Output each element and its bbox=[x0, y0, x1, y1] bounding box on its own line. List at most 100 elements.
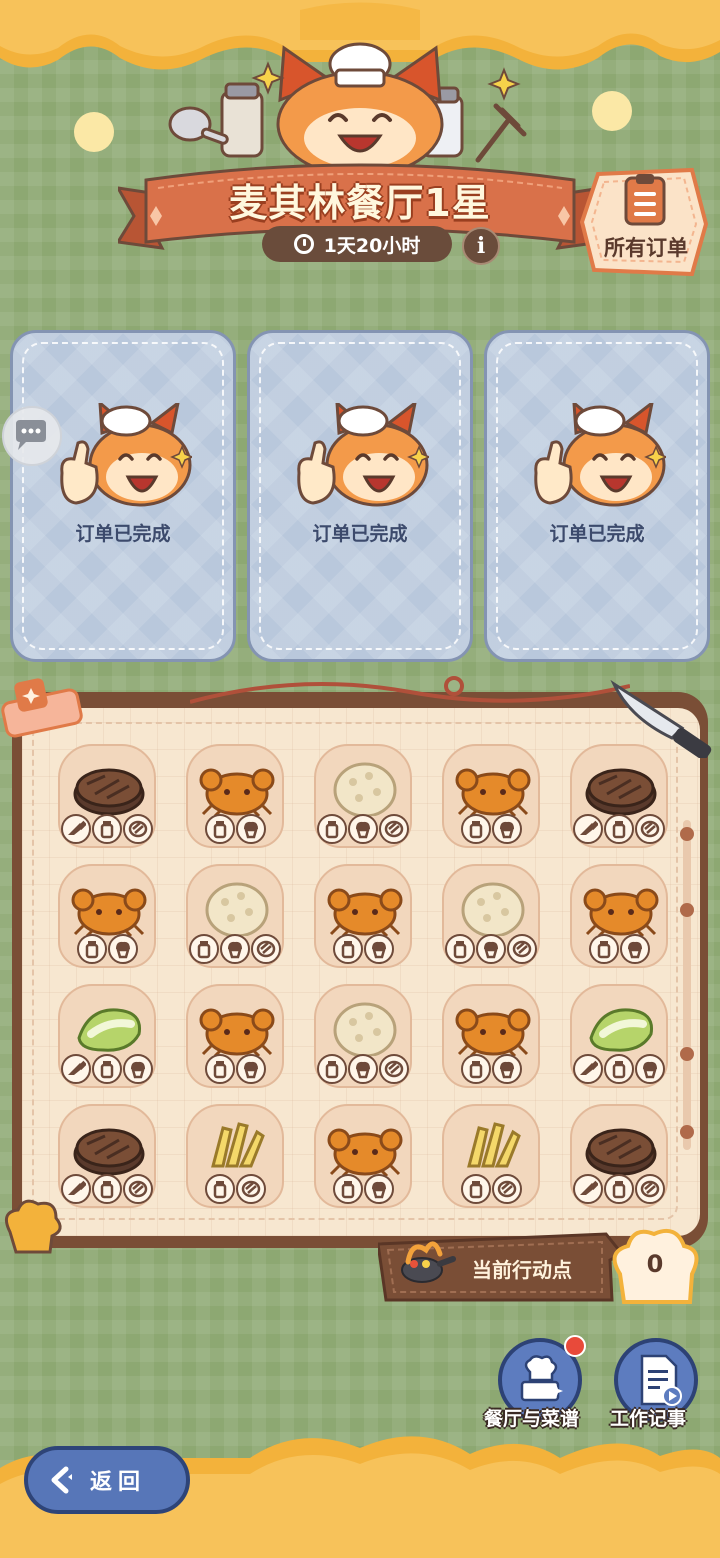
dish-slot[interactable] bbox=[314, 1104, 412, 1208]
dish-slot[interactable] bbox=[58, 744, 156, 848]
shaker-icon bbox=[341, 1181, 354, 1199]
restaurant-recipes-label: 餐厅与菜谱 bbox=[484, 1408, 580, 1430]
back-label: 返回 bbox=[90, 1470, 147, 1495]
dish-slot[interactable] bbox=[314, 984, 412, 1088]
shaker-icon bbox=[612, 821, 626, 839]
scroll-rail[interactable] bbox=[680, 820, 694, 1150]
dish-slot[interactable] bbox=[314, 744, 412, 848]
shaker-tool-badge bbox=[92, 814, 122, 844]
dish-slot[interactable] bbox=[186, 744, 284, 848]
dish-slot[interactable] bbox=[186, 1104, 284, 1208]
dish-slot[interactable] bbox=[58, 984, 156, 1088]
grill-icon bbox=[384, 820, 404, 838]
knife-tool-badge bbox=[573, 1054, 603, 1084]
crab-icon bbox=[71, 888, 147, 936]
dish-slot[interactable] bbox=[570, 984, 668, 1088]
grill-tool-badge bbox=[251, 934, 281, 964]
dish-slot[interactable] bbox=[58, 864, 156, 968]
grill-icon bbox=[640, 1180, 660, 1198]
grill-tool-badge bbox=[507, 934, 537, 964]
dish-slot[interactable] bbox=[442, 984, 540, 1088]
ticket-tag-decor bbox=[1, 678, 83, 738]
crab-icon bbox=[455, 768, 531, 816]
muffin-tool-badge bbox=[220, 934, 250, 964]
all-orders-label: 所有订单 bbox=[604, 236, 688, 260]
back-button[interactable]: 返回 bbox=[24, 1446, 190, 1514]
grill-tool-badge bbox=[379, 814, 409, 844]
muffin-icon bbox=[243, 1061, 258, 1079]
shaker-icon bbox=[325, 1061, 339, 1079]
muffin-icon bbox=[484, 941, 498, 959]
muffin-tool-badge bbox=[235, 1054, 266, 1084]
grill-tool-badge bbox=[635, 814, 665, 844]
muffin-tool-badge bbox=[476, 934, 506, 964]
work-notes-label: 工作记事 bbox=[610, 1408, 687, 1430]
tool-row bbox=[316, 814, 410, 844]
grill-icon bbox=[384, 1060, 404, 1078]
muffin-icon bbox=[356, 1061, 370, 1079]
muffin-icon bbox=[356, 821, 370, 839]
wok-icon bbox=[401, 1241, 456, 1283]
muffin-tool-badge bbox=[491, 814, 522, 844]
shaker-icon bbox=[341, 941, 354, 959]
dish-slot[interactable] bbox=[570, 744, 668, 848]
knife-icon bbox=[68, 820, 86, 835]
dish-slot[interactable] bbox=[442, 1104, 540, 1208]
shaker-icon bbox=[612, 1181, 626, 1199]
dish-grid bbox=[58, 744, 668, 1224]
order-card[interactable]: 订单已完成 bbox=[10, 330, 236, 662]
tool-row bbox=[188, 1174, 282, 1204]
game-screen: 麦其林餐厅1星 1天20小时 i 所有订单 订单已完成 订单已完成 订单已完成 … bbox=[0, 0, 720, 1558]
shaker-tool-badge bbox=[604, 1174, 634, 1204]
order-card[interactable]: 订单已完成 bbox=[484, 330, 710, 662]
shaker-icon bbox=[469, 821, 482, 839]
muffin-tool-badge bbox=[123, 1054, 153, 1084]
back-arrow-icon bbox=[51, 1466, 72, 1494]
knife-icon bbox=[68, 1180, 86, 1195]
info-button[interactable]: i bbox=[462, 227, 500, 265]
cabbage-icon bbox=[77, 1008, 142, 1052]
timer-pill: 1天20小时 bbox=[262, 226, 452, 262]
order-status: 订单已完成 bbox=[549, 523, 645, 545]
shaker-tool-badge bbox=[604, 1054, 634, 1084]
shaker-tool-badge bbox=[76, 934, 107, 964]
dish-slot[interactable] bbox=[442, 864, 540, 968]
tool-row bbox=[444, 814, 538, 844]
muffin-icon bbox=[243, 821, 258, 839]
tool-row bbox=[188, 1054, 282, 1084]
rice-icon bbox=[461, 882, 525, 936]
muffin-icon bbox=[627, 941, 642, 959]
steak-icon bbox=[585, 1128, 657, 1176]
cloud-puff-decor bbox=[592, 91, 632, 131]
dish-slot[interactable] bbox=[570, 864, 668, 968]
muffin-tool-badge bbox=[348, 814, 378, 844]
rice-icon bbox=[205, 882, 269, 936]
dish-slot[interactable] bbox=[570, 1104, 668, 1208]
muffin-icon bbox=[371, 1181, 386, 1199]
dish-slot[interactable] bbox=[186, 984, 284, 1088]
grill-icon bbox=[512, 940, 532, 958]
muffin-icon bbox=[499, 1061, 514, 1079]
tool-row bbox=[444, 934, 538, 964]
dish-slot[interactable] bbox=[186, 864, 284, 968]
action-points-value: 0 bbox=[646, 1250, 664, 1278]
grill-tool-badge bbox=[635, 1174, 665, 1204]
fries-icon bbox=[467, 1122, 521, 1168]
muffin-icon bbox=[499, 821, 514, 839]
recipe-book-icon bbox=[520, 1355, 563, 1402]
rice-icon bbox=[333, 1002, 397, 1056]
dish-slot[interactable] bbox=[442, 744, 540, 848]
muffin-icon bbox=[228, 941, 242, 959]
shaker-icon bbox=[100, 1181, 114, 1199]
thumbs-up-fox-icon bbox=[60, 403, 192, 507]
dish-slot[interactable] bbox=[314, 864, 412, 968]
tool-row bbox=[60, 814, 154, 844]
order-card[interactable]: 订单已完成 bbox=[247, 330, 473, 662]
muffin-tool-badge bbox=[619, 934, 650, 964]
chat-button[interactable] bbox=[2, 406, 62, 466]
steak-icon bbox=[73, 768, 145, 816]
cloud-puff-decor bbox=[74, 112, 114, 152]
dish-slot[interactable] bbox=[58, 1104, 156, 1208]
grill-icon bbox=[640, 820, 660, 838]
crab-icon bbox=[199, 1008, 275, 1056]
